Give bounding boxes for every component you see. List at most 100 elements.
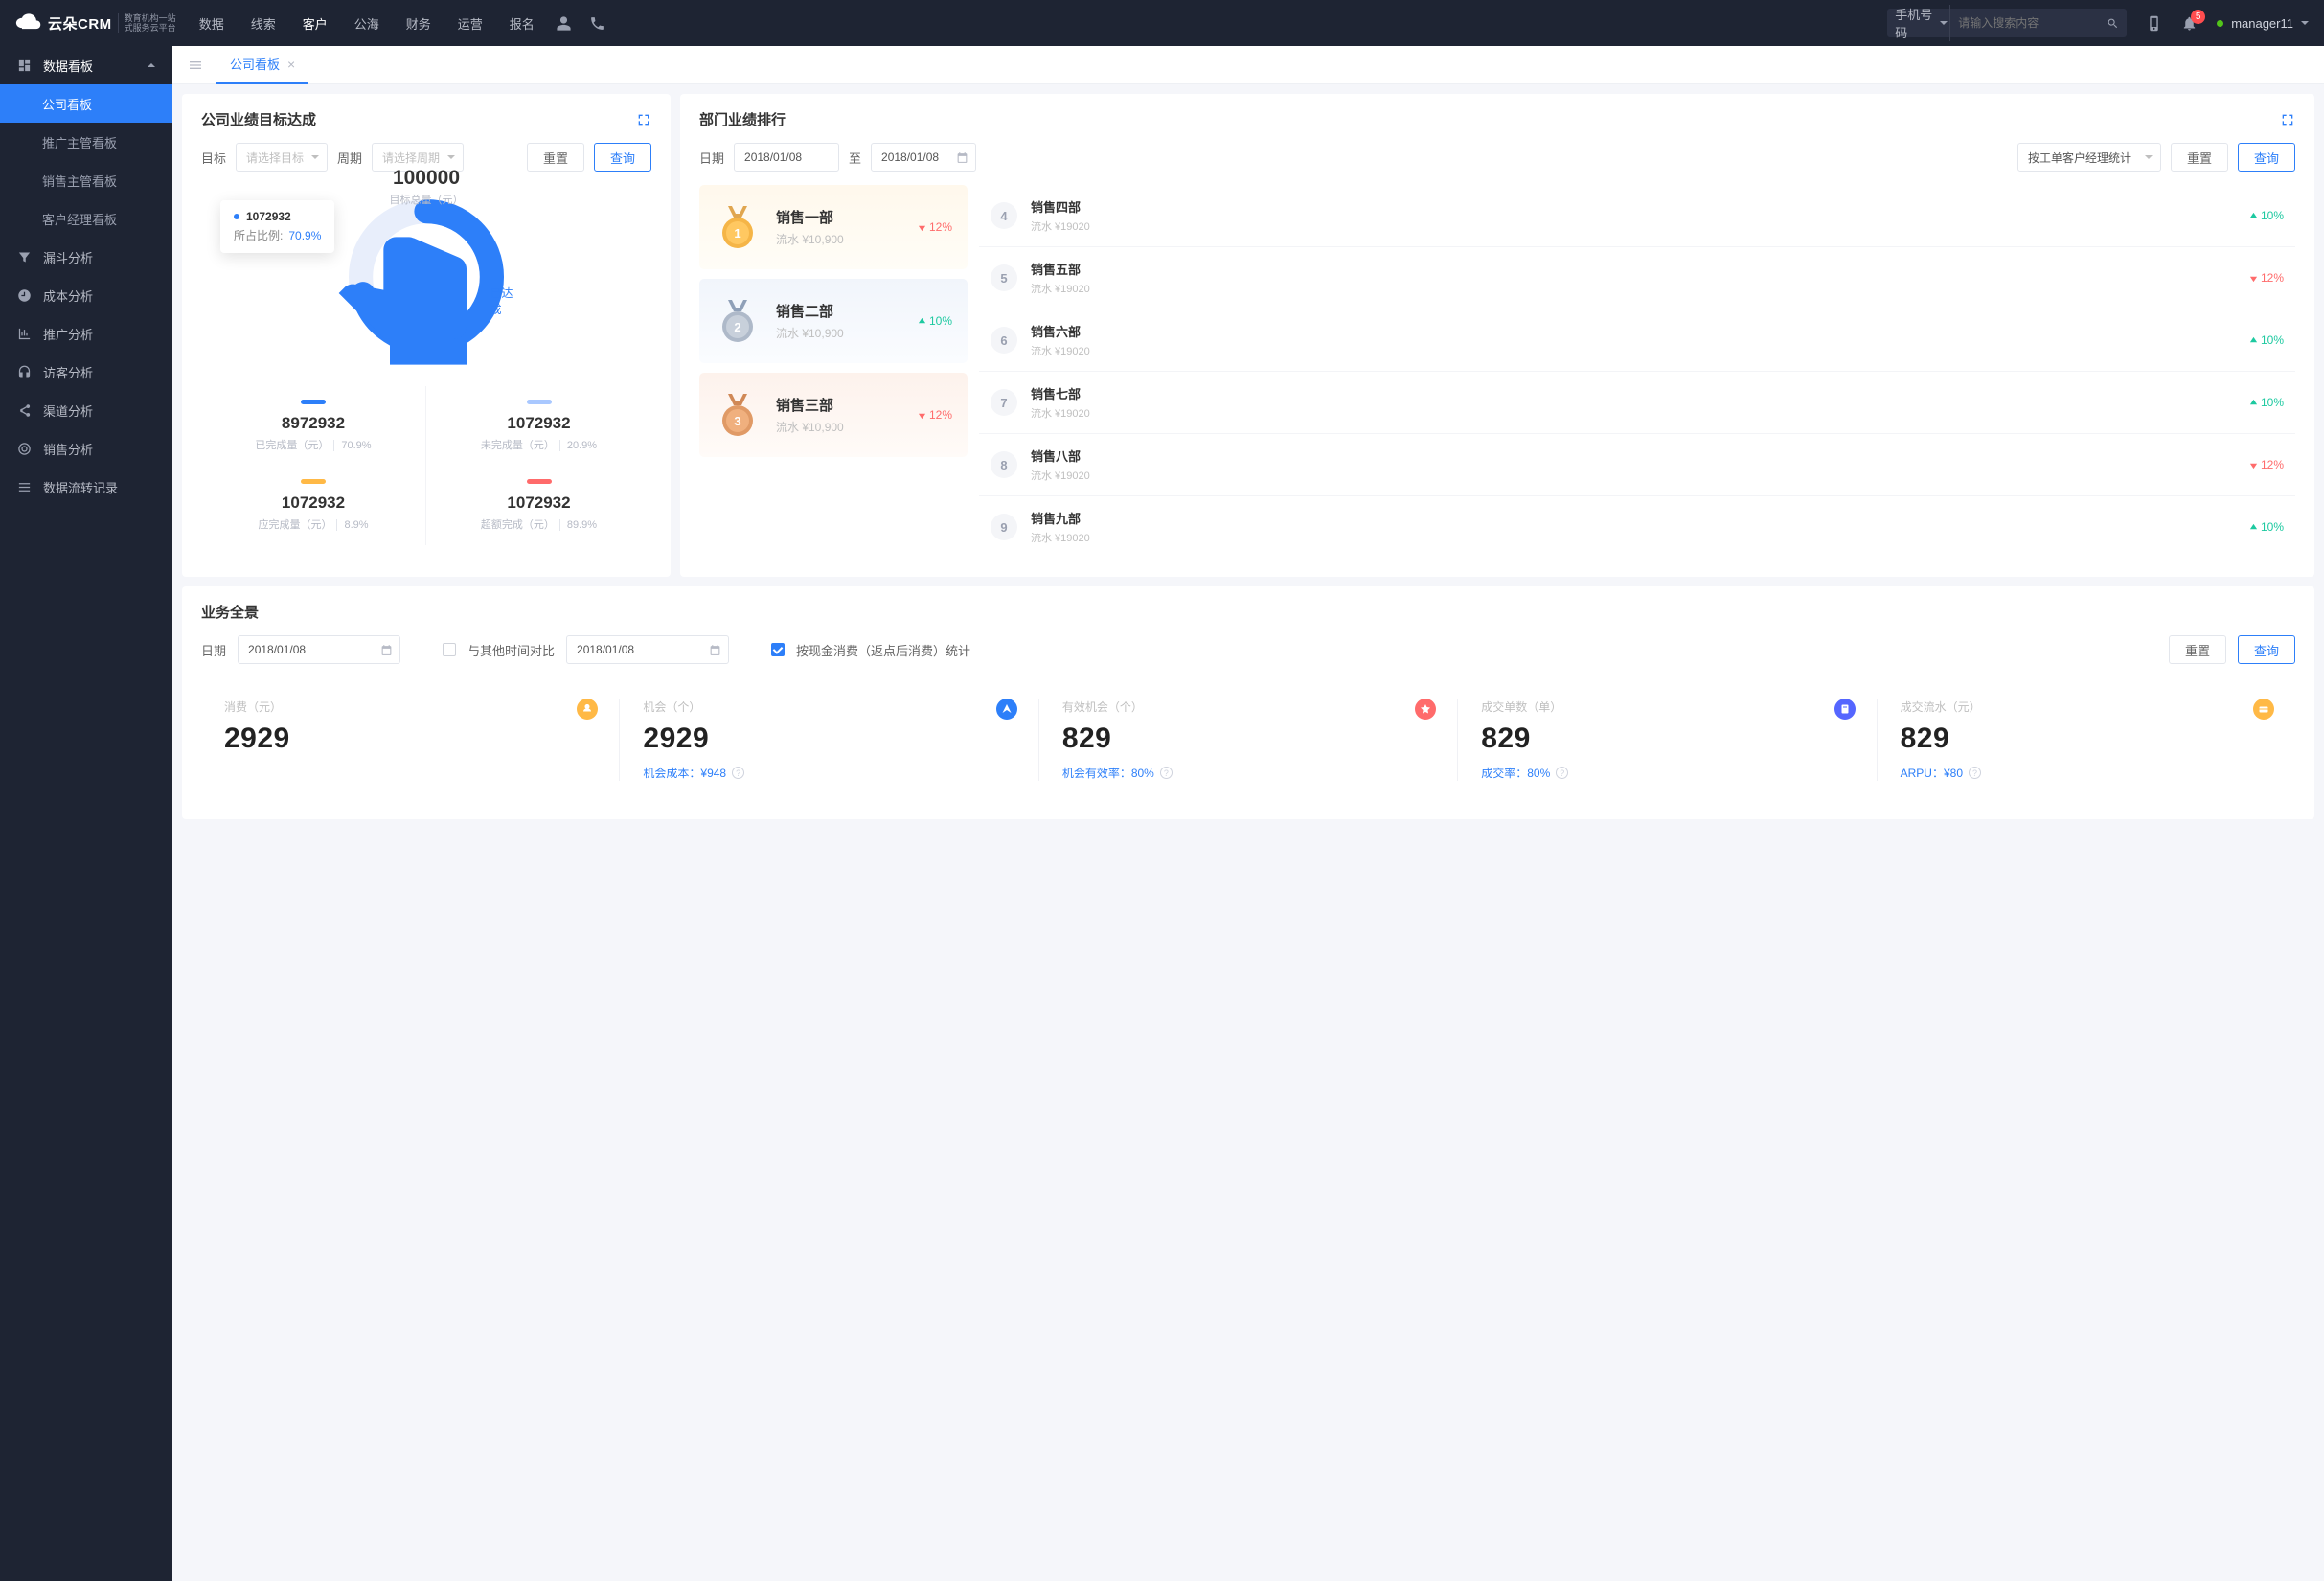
- query-button[interactable]: 查询: [2238, 143, 2295, 172]
- clock-icon: [17, 288, 32, 303]
- help-icon[interactable]: ?: [732, 767, 744, 779]
- chevron-down-icon: [2301, 21, 2309, 29]
- rank-rest: 4 销售四部流水 ¥19020 10% 5 销售五部流水 ¥19020 12% …: [979, 185, 2295, 558]
- kpi-icon: [1415, 699, 1436, 720]
- nav-customers[interactable]: 客户: [303, 14, 328, 33]
- date-from[interactable]: 2018/01/08: [734, 143, 839, 172]
- mobile-icon[interactable]: [2146, 15, 2162, 32]
- rank-number: 6: [991, 327, 1017, 354]
- sidebar-item-sales[interactable]: 销售分析: [0, 429, 172, 468]
- funnel-icon: [17, 250, 32, 264]
- kpi-2: 有效机会（个） 829 机会有效率：80%?: [1039, 699, 1458, 781]
- query-button[interactable]: 查询: [2238, 635, 2295, 664]
- rank-1: 1 销售一部流水 ¥10,900 12%: [699, 185, 968, 269]
- nav-signup[interactable]: 报名: [510, 14, 535, 33]
- search-type-select[interactable]: 手机号码: [1895, 5, 1950, 41]
- help-icon[interactable]: ?: [1969, 767, 1981, 779]
- bell-icon[interactable]: 5: [2181, 15, 2198, 32]
- label-date: 日期: [699, 149, 724, 167]
- main-area: 公司看板× 公司业绩目标达成 目标 请选择目标 周期 请选择周期 重置: [172, 46, 2324, 1581]
- phone-icon[interactable]: [589, 15, 605, 32]
- trend-down: 12%: [918, 408, 952, 422]
- rank-row: 5 销售五部流水 ¥19020 12%: [979, 247, 2295, 309]
- topbar: 云朵CRM 教育机构一站式服务云平台 数据 线索 客户 公海 财务 运营 报名 …: [0, 0, 2324, 46]
- metric-over: 1072932超额完成（元）89.9%: [426, 466, 651, 545]
- rank-number: 5: [991, 264, 1017, 291]
- metric-done: 8972932已完成量（元）70.9%: [201, 386, 426, 466]
- kpi-row: 消费（元） 2929 机会（个） 2929 机会成本：¥948? 有效机会（个）…: [201, 689, 2295, 800]
- sidebar-item-account-mgr[interactable]: 客户经理看板: [0, 199, 172, 238]
- query-button[interactable]: 查询: [594, 143, 651, 172]
- chevron-up-icon: [148, 59, 155, 67]
- overview-title: 业务全景: [201, 602, 259, 622]
- sidebar-item-promo[interactable]: 推广分析: [0, 314, 172, 353]
- sidebar-item-sales-mgr[interactable]: 销售主管看板: [0, 161, 172, 199]
- kpi-4: 成交流水（元） 829 ARPU：¥80?: [1878, 699, 2295, 781]
- kpi-1: 机会（个） 2929 机会成本：¥948?: [620, 699, 1038, 781]
- ov-date-1[interactable]: 2018/01/08: [238, 635, 400, 664]
- sidebar-item-funnel[interactable]: 漏斗分析: [0, 238, 172, 276]
- sidebar-group-dashboard[interactable]: 数据看板: [0, 46, 172, 84]
- sidebar-item-promo-mgr[interactable]: 推广主管看板: [0, 123, 172, 161]
- tab-company-board[interactable]: 公司看板×: [216, 46, 308, 84]
- expand-icon[interactable]: [636, 112, 651, 127]
- metric-undone: 1072932未完成量（元）20.9%: [426, 386, 651, 466]
- trend-down: 12%: [2249, 271, 2284, 285]
- card-goals: 公司业绩目标达成 目标 请选择目标 周期 请选择周期 重置 查询: [182, 94, 671, 577]
- rank-number: 7: [991, 389, 1017, 416]
- help-icon[interactable]: ?: [1556, 767, 1568, 779]
- person-icon[interactable]: [556, 15, 572, 32]
- card-overview: 业务全景 日期 2018/01/08 与其他时间对比 2018/01/08 按现…: [182, 586, 2314, 819]
- rank-number: 4: [991, 202, 1017, 229]
- nav-leads[interactable]: 线索: [251, 14, 276, 33]
- search-icon[interactable]: [2107, 16, 2119, 31]
- trend-up: 10%: [918, 314, 952, 328]
- nav-ops[interactable]: 运营: [458, 14, 483, 33]
- menu-icon[interactable]: [188, 57, 203, 73]
- calendar-icon: [709, 644, 721, 656]
- reset-button[interactable]: 重置: [2169, 635, 2226, 664]
- expand-icon[interactable]: [2280, 112, 2295, 127]
- headset-icon: [17, 365, 32, 379]
- kpi-3: 成交单数（单） 829 成交率：80%?: [1458, 699, 1877, 781]
- tab-bar: 公司看板×: [172, 46, 2324, 84]
- rank-top3: 1 销售一部流水 ¥10,900 12% 2 销售二部流水 ¥10,900 10…: [699, 185, 968, 558]
- select-target[interactable]: 请选择目标: [236, 143, 328, 172]
- search-box[interactable]: 手机号码: [1887, 9, 2127, 37]
- share-icon: [17, 403, 32, 418]
- ov-date-2[interactable]: 2018/01/08: [566, 635, 729, 664]
- goals-title: 公司业绩目标达成: [201, 109, 316, 129]
- bronze-medal-icon: 3: [715, 392, 761, 438]
- main-nav: 数据 线索 客户 公海 财务 运营 报名: [199, 14, 535, 33]
- logo[interactable]: 云朵CRM 教育机构一站式服务云平台: [15, 12, 176, 34]
- card-ranking: 部门业绩排行 日期 2018/01/08 至 2018/01/08 按工单客户经…: [680, 94, 2314, 577]
- sidebar-item-flow[interactable]: 数据流转记录: [0, 468, 172, 506]
- sidebar: 数据看板 公司看板 推广主管看板 销售主管看板 客户经理看板 漏斗分析 成本分析…: [0, 46, 172, 1581]
- sidebar-item-visitor[interactable]: 访客分析: [0, 353, 172, 391]
- sidebar-item-company[interactable]: 公司看板: [0, 84, 172, 123]
- chart-icon: [17, 327, 32, 341]
- nav-pool[interactable]: 公海: [354, 14, 379, 33]
- sidebar-item-channel[interactable]: 渠道分析: [0, 391, 172, 429]
- nav-finance[interactable]: 财务: [406, 14, 431, 33]
- date-to[interactable]: 2018/01/08: [871, 143, 976, 172]
- nav-data[interactable]: 数据: [199, 14, 224, 33]
- sidebar-item-cost[interactable]: 成本分析: [0, 276, 172, 314]
- close-icon[interactable]: ×: [287, 57, 295, 72]
- trend-up: 10%: [2249, 520, 2284, 534]
- calendar-icon: [380, 644, 393, 656]
- checkbox-compare[interactable]: [443, 643, 456, 656]
- user-menu[interactable]: manager11: [2217, 16, 2309, 31]
- search-input[interactable]: [1958, 16, 2107, 30]
- trend-down: 12%: [2249, 458, 2284, 471]
- reset-button[interactable]: 重置: [2171, 143, 2228, 172]
- label-period: 周期: [337, 149, 362, 167]
- goal-metrics: 8972932已完成量（元）70.9% 1072932未完成量（元）20.9% …: [201, 386, 651, 545]
- kpi-0: 消费（元） 2929: [201, 699, 620, 781]
- list-icon: [17, 480, 32, 494]
- help-icon[interactable]: ?: [1160, 767, 1173, 779]
- select-stat-by[interactable]: 按工单客户经理统计: [2017, 143, 2161, 172]
- kpi-icon: [577, 699, 598, 720]
- reset-button[interactable]: 重置: [527, 143, 584, 172]
- checkbox-cash[interactable]: [771, 643, 785, 656]
